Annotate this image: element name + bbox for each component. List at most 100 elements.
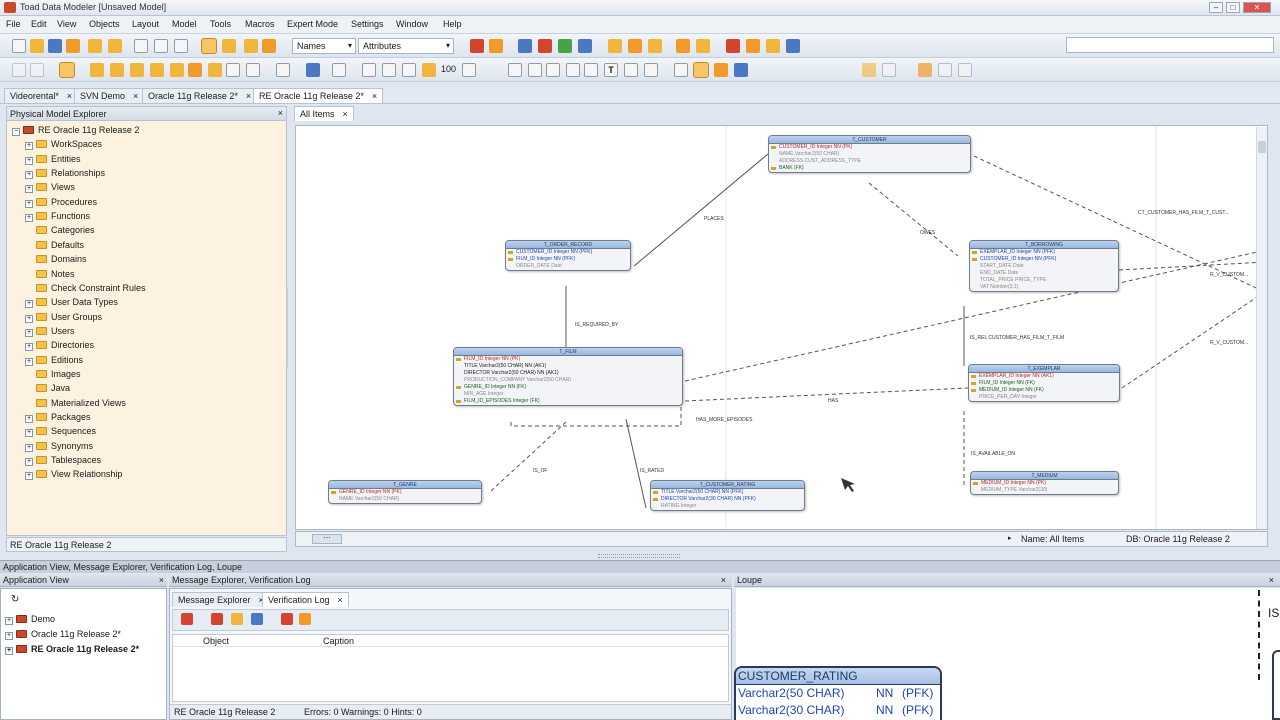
entity-attribute[interactable]: EXEMPLAR_ID Integer NN (AK1)	[969, 373, 1119, 380]
zoom-select-icon[interactable]	[422, 63, 436, 77]
tab-svn-demo[interactable]: SVN Demo ×	[74, 88, 145, 103]
expand-icon[interactable]: +	[5, 632, 13, 640]
sync-icon[interactable]	[578, 39, 592, 53]
entity-exemplar[interactable]: T_EXEMPLAR EXEMPLAR_ID Integer NN (AK1) FI…	[968, 364, 1120, 402]
format-icon[interactable]	[332, 63, 346, 77]
entity-attribute[interactable]: TOTAL_PRICE PRICE_TYPE	[970, 277, 1118, 284]
entity-attribute[interactable]: MEDIUM_ID Integer NN (FK)	[969, 387, 1119, 394]
app-item-oracle[interactable]: + Oracle 11g Release 2*	[5, 629, 121, 642]
entity-attribute[interactable]: DIRECTOR Varchar2(30 CHAR) NN (PFK)	[651, 496, 804, 503]
entity-attribute[interactable]: RATING Integer	[651, 503, 804, 510]
tab-verification-log[interactable]: Verification Log ×	[262, 592, 349, 607]
entity-attribute[interactable]: NAME Varchar2(50 CHAR)	[329, 496, 481, 503]
warnings-filter-icon[interactable]	[231, 613, 243, 625]
tree-item-users[interactable]: + Users	[25, 326, 75, 339]
loupe-icon[interactable]	[262, 39, 276, 53]
nav-c-icon[interactable]	[918, 63, 932, 77]
line-tool-icon[interactable]	[528, 63, 542, 77]
snap-icon[interactable]	[693, 62, 709, 78]
entity-attribute[interactable]: MEDIUM_TYPE Varchar2(30)	[971, 487, 1118, 494]
menu-tools[interactable]: Tools	[210, 19, 231, 29]
view-tool-icon[interactable]	[170, 63, 184, 77]
nav-e-icon[interactable]	[958, 63, 972, 77]
go-to-object-icon[interactable]	[281, 613, 293, 625]
color-icon[interactable]	[306, 63, 320, 77]
tab-oracle-11g[interactable]: Oracle 11g Release 2* ×	[142, 88, 258, 103]
tree-item-views[interactable]: + Views	[25, 182, 75, 195]
tree-item-materialized-views[interactable]: Materialized Views	[25, 398, 126, 411]
expand-icon[interactable]: +	[25, 142, 33, 151]
horizontal-scrollbar[interactable]: ⋯	[312, 534, 342, 544]
entity-attribute[interactable]: MIN_AGE Integer	[454, 391, 682, 398]
run-icon[interactable]	[558, 39, 572, 53]
tab-re-oracle-11g[interactable]: RE Oracle 11g Release 2* ×	[253, 88, 384, 103]
display-attributes-combo[interactable]: Attributes	[358, 38, 454, 54]
tree-item-categories[interactable]: Categories	[25, 225, 95, 238]
play-icon[interactable]: ▸	[1008, 534, 1012, 542]
script-icon[interactable]	[648, 39, 662, 53]
redo-icon[interactable]	[30, 63, 44, 77]
display-names-combo[interactable]: Names	[292, 38, 356, 54]
close-tab-icon[interactable]: ×	[67, 91, 72, 101]
procedure-tool-icon[interactable]	[188, 63, 202, 77]
menu-expert-mode[interactable]: Expert Mode	[287, 19, 338, 29]
close-tab-icon[interactable]: ×	[338, 595, 343, 605]
compare-icon[interactable]	[538, 39, 552, 53]
zoom-fit-icon[interactable]	[402, 63, 416, 77]
collapse-icon[interactable]: −	[12, 128, 20, 136]
shape-other-icon[interactable]	[644, 63, 658, 77]
new-icon[interactable]	[12, 39, 26, 53]
menu-settings[interactable]: Settings	[351, 19, 384, 29]
save-all-icon[interactable]	[66, 39, 80, 53]
quick-search-input[interactable]	[1066, 37, 1274, 53]
shape-ellipse-icon[interactable]	[584, 63, 598, 77]
entity-order-record[interactable]: T_ORDER_RECORD CUSTOMER_ID Integer NN (PF…	[505, 240, 631, 271]
report-icon[interactable]	[628, 39, 642, 53]
note-tool-icon[interactable]	[226, 63, 240, 77]
scroll-thumb[interactable]	[1258, 141, 1266, 153]
select-mode-icon[interactable]	[201, 38, 217, 54]
entity-medium[interactable]: T_MEDIUM MEDIUM_ID Integer NN (PK) MEDIUM_…	[970, 471, 1119, 495]
tree-root[interactable]: − RE Oracle 11g Release 2	[12, 125, 139, 138]
entity-attribute[interactable]: FILM_ID Integer NN (PK)	[454, 356, 682, 363]
expand-icon[interactable]: +	[25, 300, 33, 309]
nav-a-icon[interactable]	[862, 63, 876, 77]
entity-attribute[interactable]: TITLE Varchar2(50 CHAR) NN (PFK)	[651, 489, 804, 496]
entity-attribute[interactable]: NAME Varchar2(50 CHAR)	[769, 151, 970, 158]
tree-item-synonyms[interactable]: + Synonyms	[25, 441, 93, 454]
maximize-button[interactable]: □	[1226, 2, 1240, 13]
entity-customer-rating[interactable]: T_CUSTOMER_RATING TITLE Varchar2(50 CHAR)…	[650, 480, 805, 511]
nonidentifying-rel-icon[interactable]	[150, 63, 164, 77]
lock-icon[interactable]	[674, 63, 688, 77]
menu-view[interactable]: View	[57, 19, 76, 29]
app-item-re-oracle[interactable]: + RE Oracle 11g Release 2*	[5, 644, 139, 657]
reverse-engineer-icon[interactable]	[518, 39, 532, 53]
menu-model[interactable]: Model	[172, 19, 197, 29]
dock-splitter[interactable]	[598, 554, 680, 558]
expand-icon[interactable]: +	[5, 617, 13, 625]
verify-icon[interactable]	[181, 613, 193, 625]
tree-item-directories[interactable]: + Directories	[25, 340, 94, 353]
entity-attribute[interactable]: FILM_ID_EPISODES Integer (FK)	[454, 398, 682, 405]
category-tool-icon[interactable]	[246, 63, 260, 77]
display-icon[interactable]	[734, 63, 748, 77]
menu-layout[interactable]: Layout	[132, 19, 159, 29]
model-properties-icon[interactable]	[676, 39, 690, 53]
zoom-value[interactable]: 100	[441, 64, 456, 74]
expand-icon[interactable]: +	[25, 328, 33, 337]
tree-item-sequences[interactable]: + Sequences	[25, 426, 96, 439]
zoom-in-icon[interactable]	[362, 63, 376, 77]
tree-item-functions[interactable]: + Functions	[25, 211, 90, 224]
tree-item-editions[interactable]: + Editions	[25, 355, 83, 368]
function-tool-icon[interactable]	[208, 63, 222, 77]
tree-item-user-groups[interactable]: + User Groups	[25, 312, 102, 325]
generate-icon[interactable]	[489, 39, 503, 53]
layout-icon[interactable]	[714, 63, 728, 77]
entity-attribute[interactable]: EXEMPLAR_ID Integer NN (PFK)	[970, 249, 1118, 256]
entity-attribute[interactable]: CUSTOMER_ID Integer NN (PK)	[769, 144, 970, 151]
entity-attribute[interactable]: BANK (FK)	[769, 165, 970, 172]
entity-attribute[interactable]: VAT Number(3,1)	[970, 284, 1118, 291]
tree-item-images[interactable]: Images	[25, 369, 81, 382]
save-icon[interactable]	[48, 39, 62, 53]
entity-attribute[interactable]: PRODUCTION_COMPANY Varchar2(50 CHAR)	[454, 377, 682, 384]
